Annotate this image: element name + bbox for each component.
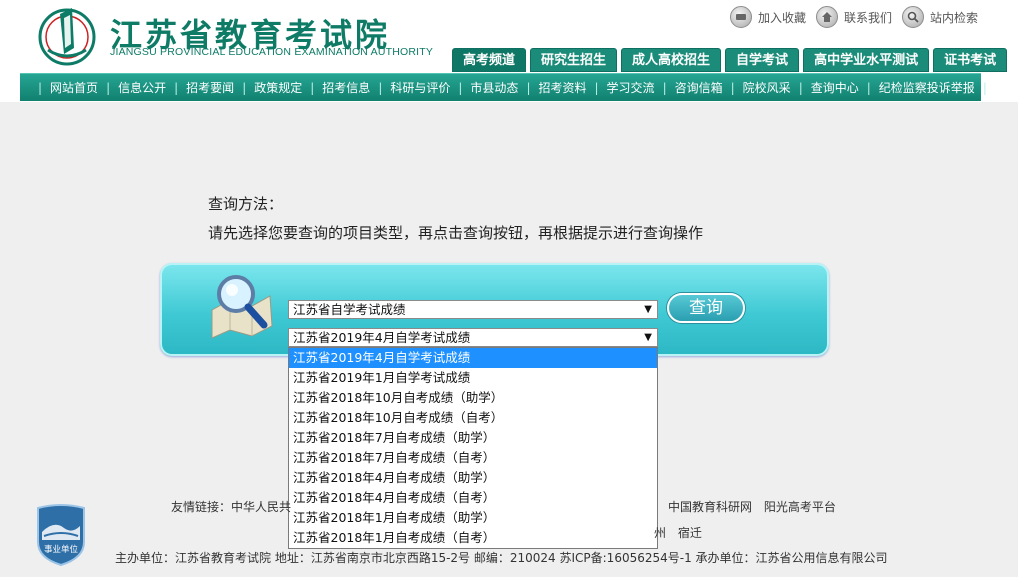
link-sunshine-gaokao[interactable]: 阳光高考平台 <box>764 500 836 514</box>
link-city-partial[interactable]: 州 <box>654 526 666 540</box>
nav-research[interactable]: 科研与评价 <box>390 79 450 96</box>
nav-materials[interactable]: 招考资料 <box>538 79 586 96</box>
exam-session-value: 江苏省2019年4月自学考试成绩 <box>293 330 471 345</box>
bookmark-icon <box>729 6 752 28</box>
exam-session-select[interactable]: 江苏省2019年4月自学考试成绩 ▼ <box>288 328 658 347</box>
project-type-value: 江苏省自学考试成绩 <box>293 302 406 317</box>
public-institution-badge-icon[interactable]: 事业单位 <box>34 502 88 566</box>
friendly-links-row1: 中国教育科研网 阳光高考平台 <box>668 498 844 515</box>
nav-info-disclosure[interactable]: 信息公开 <box>118 79 166 96</box>
contact-us-label: 联系我们 <box>843 10 892 25</box>
contact-us-link[interactable]: 联系我们 <box>815 6 892 28</box>
magnifier-map-icon <box>211 275 273 339</box>
dropdown-option[interactable]: 江苏省2018年7月自考成绩（自考） <box>289 448 657 468</box>
nav-query-center[interactable]: 查询中心 <box>811 79 859 96</box>
friendly-links-label: 友情链接：中华人民共 <box>171 500 292 514</box>
tab-academic-level[interactable]: 高中学业水平测试 <box>803 48 930 72</box>
query-method-description: 请先选择您要查询的项目类型，再点击查询按钮，再根据提示进行查询操作 <box>208 224 704 242</box>
footer-info: 主办单位：江苏省教育考试院 地址：江苏省南京市北京西路15-2号 邮编：2100… <box>115 551 888 565</box>
site-logo-subtitle: JIANGSU PROVINCIAL EDUCATION EXAMINATION… <box>110 46 434 58</box>
nav-exam-info[interactable]: 招考信息 <box>322 79 370 96</box>
query-method-title: 查询方法： <box>208 195 284 213</box>
add-favorite-link[interactable]: 加入收藏 <box>729 6 806 28</box>
friendly-links-row2: 州 宿迁 <box>654 524 710 541</box>
dropdown-option[interactable]: 江苏省2018年10月自考成绩（助学） <box>289 388 657 408</box>
site-search-link[interactable]: 站内检索 <box>901 6 978 28</box>
dropdown-arrow-icon: ▼ <box>644 332 652 343</box>
dropdown-option[interactable]: 江苏省2018年4月自考成绩（助学） <box>289 468 657 488</box>
query-button[interactable]: 查询 <box>667 293 745 323</box>
badge-text: 事业单位 <box>44 544 79 555</box>
nav-complaints[interactable]: 纪检监察投诉举报 <box>879 79 975 96</box>
link-edu-research-net[interactable]: 中国教育科研网 <box>668 500 752 514</box>
tab-certificate[interactable]: 证书考试 <box>933 48 1008 72</box>
project-type-select[interactable]: 江苏省自学考试成绩 ▼ <box>288 300 658 319</box>
tab-adult-college[interactable]: 成人高校招生 <box>621 48 722 72</box>
site-search-label: 站内检索 <box>929 10 978 25</box>
add-favorite-label: 加入收藏 <box>757 10 806 25</box>
top-links: 加入收藏 联系我们 站内检索 <box>729 6 978 28</box>
main-nav: | 网站首页 | 信息公开 | 招考要闻 | 政策规定 | 招考信息 | 科研与评价 | 市… <box>20 73 987 101</box>
home-icon <box>815 6 838 28</box>
dropdown-option[interactable]: 江苏省2019年4月自学考试成绩 <box>289 348 657 368</box>
dropdown-arrow-icon: ▼ <box>644 304 652 315</box>
nav-policy[interactable]: 政策规定 <box>254 79 302 96</box>
exam-session-dropdown: 江苏省2019年4月自学考试成绩 江苏省2019年1月自学考试成绩 江苏省201… <box>288 347 658 549</box>
dropdown-option[interactable]: 江苏省2018年7月自考成绩（助学） <box>289 428 657 448</box>
tab-graduate[interactable]: 研究生招生 <box>530 48 618 72</box>
dropdown-option[interactable]: 江苏省2019年1月自学考试成绩 <box>289 368 657 388</box>
dropdown-option[interactable]: 江苏省2018年10月自考成绩（自考） <box>289 408 657 428</box>
nav-colleges[interactable]: 院校风采 <box>743 79 791 96</box>
logo-emblem-icon <box>38 8 96 66</box>
nav-mailbox[interactable]: 咨询信箱 <box>675 79 723 96</box>
tab-self-study[interactable]: 自学考试 <box>725 48 800 72</box>
search-icon <box>901 6 924 28</box>
nav-home[interactable]: 网站首页 <box>50 79 98 96</box>
nav-exchange[interactable]: 学习交流 <box>607 79 655 96</box>
nav-news[interactable]: 招考要闻 <box>186 79 234 96</box>
link-suqian[interactable]: 宿迁 <box>678 526 702 540</box>
dropdown-option[interactable]: 江苏省2018年1月自考成绩（助学） <box>289 508 657 528</box>
dropdown-option[interactable]: 江苏省2018年1月自考成绩（自考） <box>289 528 657 548</box>
dropdown-option[interactable]: 江苏省2018年4月自考成绩（自考） <box>289 488 657 508</box>
channel-tabs: 高考频道 研究生招生 成人高校招生 自学考试 高中学业水平测试 证书考试 <box>452 48 1008 72</box>
tab-gaokao[interactable]: 高考频道 <box>452 48 527 72</box>
nav-city-news[interactable]: 市县动态 <box>470 79 518 96</box>
